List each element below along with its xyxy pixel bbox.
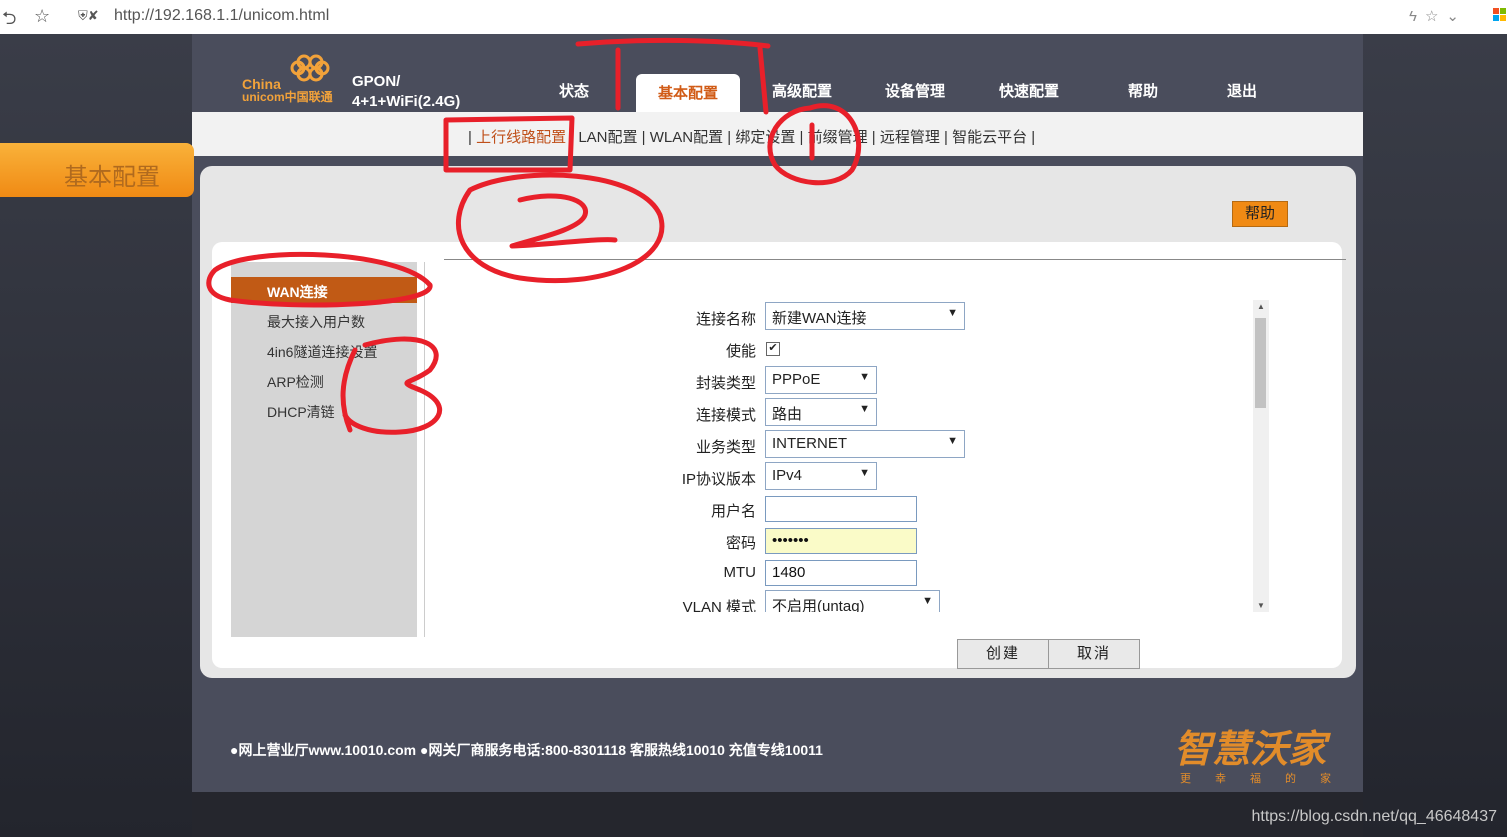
connection-name-select[interactable]: 新建WAN连接 ▼: [765, 302, 965, 330]
row-connection-name: 连接名称 新建WAN连接 ▼: [640, 302, 1200, 332]
subnav-binding-settings[interactable]: 绑定设置: [735, 129, 795, 146]
sub-nav: | 上行线路配置 | LAN配置 | WLAN配置 | 绑定设置 | 前缀管理 …: [192, 112, 1363, 156]
divider: [444, 259, 1346, 260]
cancel-button[interactable]: 取消: [1048, 639, 1140, 669]
bookmark-star-icon[interactable]: ☆: [34, 6, 50, 27]
enable-checkbox[interactable]: ✔: [766, 342, 780, 356]
scroll-thumb[interactable]: [1255, 318, 1266, 408]
side-menu: WAN连接 最大接入用户数 4in6隧道连接设置 ARP检测 DHCP清链: [231, 262, 417, 637]
subnav-wlan-config[interactable]: WLAN配置: [650, 129, 723, 146]
section-title: 基本配置: [0, 143, 194, 197]
tab-status[interactable]: 状态: [559, 80, 589, 101]
connection-mode-select[interactable]: 路由 ▼: [765, 398, 877, 426]
smart-home-logo: 智慧沃家: [1174, 729, 1327, 771]
tab-advanced-config[interactable]: 高级配置: [772, 80, 832, 101]
extension-icon[interactable]: [1493, 8, 1507, 22]
address-actions-icon[interactable]: ϟ☆⌄: [1409, 7, 1467, 25]
row-enable: 使能 ✔: [640, 334, 1200, 364]
side-item-max-users[interactable]: 最大接入用户数: [267, 312, 365, 332]
side-item-wan-connection[interactable]: WAN连接: [231, 277, 417, 303]
mtu-input[interactable]: 1480: [765, 560, 917, 586]
row-encap: 封装类型 PPPoE ▼: [640, 366, 1200, 396]
subnav-remote-management[interactable]: 远程管理: [880, 129, 940, 146]
watermark: https://blog.csdn.net/qq_46648437: [1251, 808, 1497, 825]
tab-quick-config[interactable]: 快速配置: [999, 80, 1059, 101]
dropdown-arrow-icon: ▼: [922, 595, 933, 607]
tab-logout[interactable]: 退出: [1227, 80, 1257, 101]
back-icon[interactable]: ⮌: [2, 6, 16, 36]
divider-vertical: [424, 262, 425, 637]
logo-text: China unicom中国联通: [242, 76, 333, 104]
config-area: WAN连接 最大接入用户数 4in6隧道连接设置 ARP检测 DHCP清链 连接…: [212, 242, 1346, 669]
form-scrollbar[interactable]: ▲ ▼: [1253, 300, 1269, 612]
smart-home-slogan: 更幸福的家: [1180, 773, 1355, 785]
subnav-uplink-config[interactable]: 上行线路配置: [476, 129, 566, 146]
subnav-smart-cloud[interactable]: 智能云平台: [952, 129, 1027, 146]
dropdown-arrow-icon: ▼: [859, 467, 870, 479]
row-password: 密码 •••••••: [640, 526, 1200, 556]
page-background-right: [1363, 34, 1507, 837]
device-model: GPON/ 4+1+WiFi(2.4G): [352, 73, 461, 110]
row-mode: 连接模式 路由 ▼: [640, 398, 1200, 428]
encap-type-select[interactable]: PPPoE ▼: [765, 366, 877, 394]
wan-form: 连接名称 新建WAN连接 ▼ 使能 ✔ 封装类型 PPPoE ▼ 连接模式 路由…: [640, 300, 1200, 612]
row-mtu: MTU 1480: [640, 558, 1200, 588]
row-vlan-mode: VLAN 模式 不启用(untag) ▼: [640, 590, 1200, 612]
side-item-arp-detection[interactable]: ARP检测: [267, 372, 324, 392]
help-button[interactable]: 帮助: [1232, 201, 1288, 227]
scroll-up-icon[interactable]: ▲: [1257, 302, 1265, 311]
vlan-mode-select[interactable]: 不启用(untag) ▼: [765, 590, 940, 612]
password-input[interactable]: •••••••: [765, 528, 917, 554]
page-background-bottom: [192, 792, 1363, 837]
create-button[interactable]: 创建: [957, 639, 1049, 669]
row-service: 业务类型 INTERNET ▼: [640, 430, 1200, 460]
dropdown-arrow-icon: ▼: [947, 307, 958, 319]
scroll-down-icon[interactable]: ▼: [1257, 601, 1265, 610]
side-item-4in6-tunnel[interactable]: 4in6隧道连接设置: [267, 342, 377, 362]
dropdown-arrow-icon: ▼: [947, 435, 958, 447]
tab-basic-config[interactable]: 基本配置: [636, 74, 740, 112]
service-type-select[interactable]: INTERNET ▼: [765, 430, 965, 458]
insecure-lock-icon[interactable]: ⛨✘: [78, 8, 99, 24]
tab-help[interactable]: 帮助: [1128, 80, 1158, 101]
header: China unicom中国联通 GPON/ 4+1+WiFi(2.4G) 基本…: [192, 34, 1363, 112]
ip-version-select[interactable]: IPv4 ▼: [765, 462, 877, 490]
username-input[interactable]: [765, 496, 917, 522]
address-bar[interactable]: http://192.168.1.1/unicom.html: [114, 7, 329, 25]
row-username: 用户名: [640, 494, 1200, 524]
footer: ●网上营业厅www.10010.com ●网关厂商服务电话:800-830111…: [192, 678, 1363, 792]
side-item-dhcp-clear[interactable]: DHCP清链: [267, 402, 335, 422]
dropdown-arrow-icon: ▼: [859, 371, 870, 383]
browser-toolbar: ⮌ ☆ ⛨✘ http://192.168.1.1/unicom.html ϟ☆…: [0, 0, 1507, 35]
content-panel: 帮助 WAN连接 最大接入用户数 4in6隧道连接设置 ARP检测 DHCP清链…: [200, 166, 1356, 678]
row-ip-version: IP协议版本 IPv4 ▼: [640, 462, 1200, 492]
footer-contact: ●网上营业厅www.10010.com ●网关厂商服务电话:800-830111…: [230, 742, 823, 758]
router-admin-page: China unicom中国联通 GPON/ 4+1+WiFi(2.4G) 基本…: [192, 34, 1363, 792]
tab-device-management[interactable]: 设备管理: [885, 80, 945, 101]
dropdown-arrow-icon: ▼: [859, 403, 870, 415]
subnav-prefix-management[interactable]: 前缀管理: [808, 129, 868, 146]
subnav-lan-config[interactable]: LAN配置: [578, 129, 637, 146]
